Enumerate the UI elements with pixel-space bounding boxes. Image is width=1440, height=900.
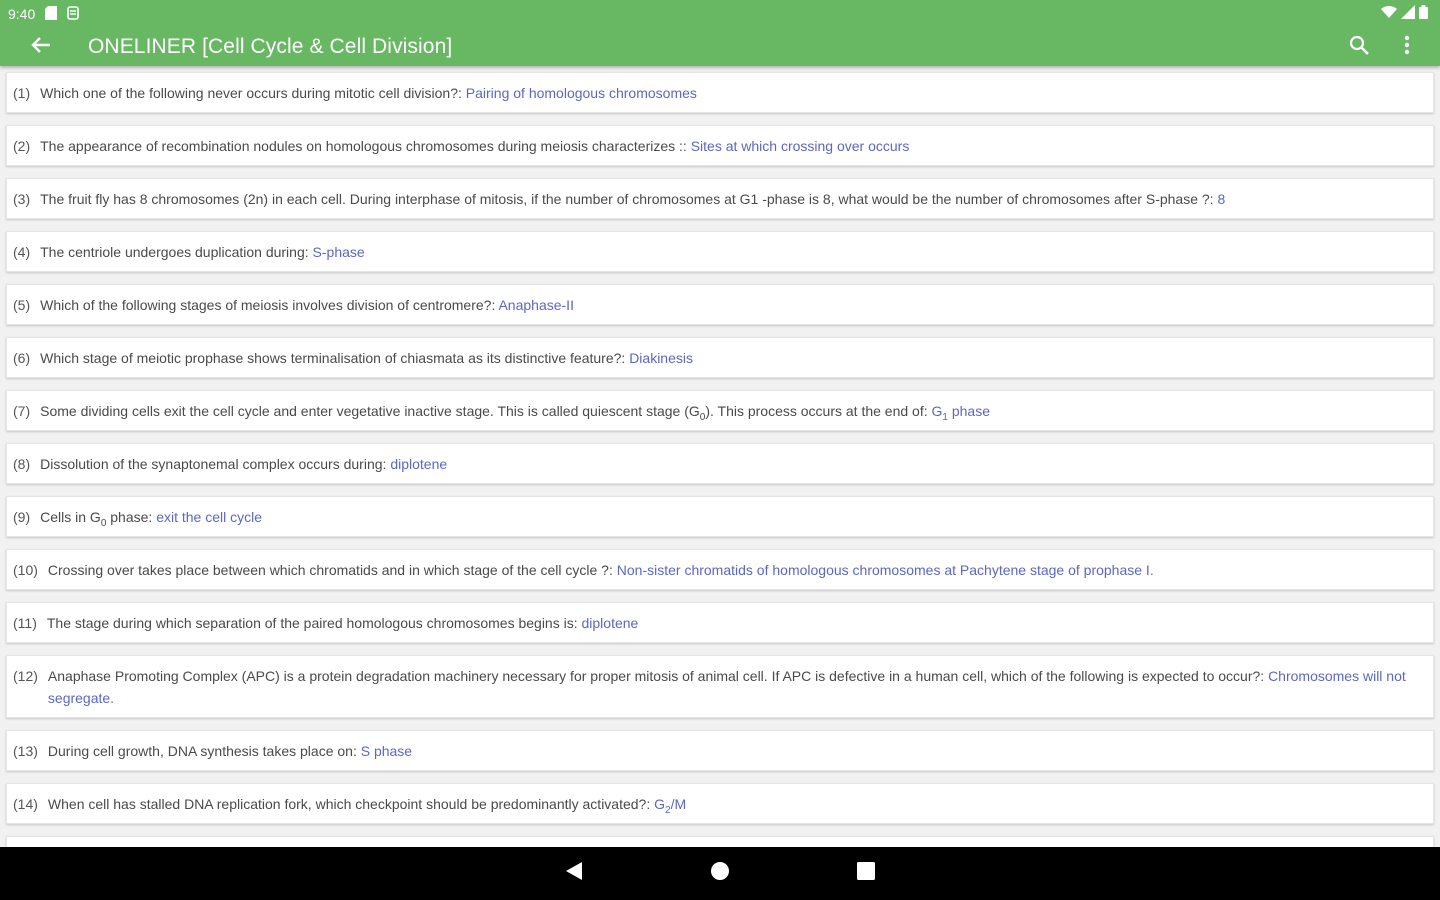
item-answer: Pairing of homologous chromosomes [465, 85, 697, 101]
item-question: The fruit fly has 8 chromosomes (2n) in … [40, 191, 1218, 207]
item-answer: Sites at which crossing over occurs [690, 138, 910, 154]
triangle-back-icon [565, 861, 583, 886]
item-answer: Anaphase-II [498, 297, 574, 313]
item-question: The appearance of recombination nodules … [40, 138, 691, 154]
item-number: (12) [13, 668, 38, 684]
list-item[interactable]: (1) Which one of the following never occ… [6, 72, 1434, 113]
signal-icon [1401, 4, 1415, 24]
item-number: (1) [13, 85, 31, 101]
item-question: Cells in G0 phase: [40, 509, 157, 529]
page-title: ONELINER [Cell Cycle & Cell Division] [88, 35, 453, 58]
back-button[interactable] [26, 32, 56, 62]
list-item[interactable]: (4) The centriole undergoes duplication … [6, 231, 1434, 272]
item-answer: S-phase [312, 244, 365, 260]
item-question: Dissolution of the synaptonemal complex … [40, 456, 391, 472]
list-item[interactable]: (6) Which stage of meiotic prophase show… [6, 337, 1434, 378]
item-number: (8) [13, 456, 31, 472]
list-item[interactable]: (10) Crossing over takes place between w… [6, 549, 1434, 590]
list-item[interactable]: (14) When cell has stalled DNA replicati… [6, 783, 1434, 824]
item-question: The centriole undergoes duplication duri… [40, 244, 313, 260]
item-answer: S phase [360, 743, 413, 759]
list-item[interactable]: (13) During cell growth, DNA synthesis t… [6, 730, 1434, 771]
arrow-left-icon [31, 36, 51, 59]
list-item[interactable]: (5) Which of the following stages of mei… [6, 284, 1434, 325]
item-number: (11) [13, 615, 37, 631]
item-answer: G1 phase [931, 403, 991, 423]
battery-icon [1419, 4, 1428, 24]
list-item[interactable]: (8) Dissolution of the synaptonemal comp… [6, 443, 1434, 484]
item-question: Some dividing cells exit the cell cycle … [40, 403, 932, 423]
list-item[interactable]: (7) Some dividing cells exit the cell cy… [6, 390, 1434, 431]
item-number: (10) [13, 562, 38, 578]
item-answer: Diakinesis [629, 350, 693, 366]
more-options-button[interactable] [1392, 32, 1422, 62]
wifi-icon [1381, 5, 1397, 24]
item-number: (9) [13, 509, 31, 525]
item-question: Which one of the following never occurs … [40, 85, 466, 101]
circle-home-icon [710, 861, 730, 886]
square-recents-icon [857, 862, 875, 885]
search-button[interactable] [1344, 32, 1374, 62]
oneliner-list[interactable]: (1) Which one of the following never occ… [0, 66, 1440, 847]
list-item[interactable]: (3) The fruit fly has 8 chromosomes (2n)… [6, 178, 1434, 219]
item-answer: exit the cell cycle [156, 509, 263, 525]
item-number: (14) [13, 796, 38, 812]
nav-home-button[interactable] [702, 856, 738, 892]
item-number: (5) [13, 297, 31, 313]
app-notification-icon [67, 5, 80, 23]
item-number: (3) [13, 191, 31, 207]
item-question: Which stage of meiotic prophase shows te… [40, 350, 630, 366]
item-number: (13) [13, 743, 38, 759]
item-question: Anaphase Promoting Complex (APC) is a pr… [47, 668, 1269, 684]
status-time: 9:40 [8, 6, 36, 22]
search-icon [1349, 35, 1369, 60]
item-question: Crossing over takes place between which … [47, 562, 617, 578]
item-number: (6) [13, 350, 31, 366]
list-item[interactable]: (12) Anaphase Promoting Complex (APC) is… [6, 655, 1434, 718]
item-answer: G2/M [654, 796, 687, 816]
item-answer: Non-sister chromatids of homologous chro… [616, 562, 1154, 578]
app-bar: ONELINER [Cell Cycle & Cell Division] [0, 28, 1440, 66]
sd-card-icon [45, 5, 58, 23]
status-bar: 9:40 [0, 0, 1440, 28]
item-question: Which of the following stages of meiosis… [40, 297, 499, 313]
more-vert-icon [1404, 35, 1410, 60]
item-question: The stage during which separation of the… [46, 615, 582, 631]
nav-recents-button[interactable] [848, 856, 884, 892]
list-item[interactable]: (11) The stage during which separation o… [6, 602, 1434, 643]
navigation-bar [0, 847, 1440, 900]
item-number: (2) [13, 138, 31, 154]
item-number: (4) [13, 244, 31, 260]
item-question: During cell growth, DNA synthesis takes … [47, 743, 361, 759]
nav-back-button[interactable] [556, 856, 592, 892]
item-answer: diplotene [390, 456, 448, 472]
item-answer: 8 [1217, 191, 1226, 207]
list-item[interactable]: (9) Cells in G0 phase: exit the cell cyc… [6, 496, 1434, 537]
item-answer: diplotene [581, 615, 639, 631]
list-item[interactable]: (2) The appearance of recombination nodu… [6, 125, 1434, 166]
item-number: (7) [13, 403, 31, 419]
list-item-partial[interactable] [6, 836, 1434, 847]
item-question: When cell has stalled DNA replication fo… [47, 796, 655, 812]
